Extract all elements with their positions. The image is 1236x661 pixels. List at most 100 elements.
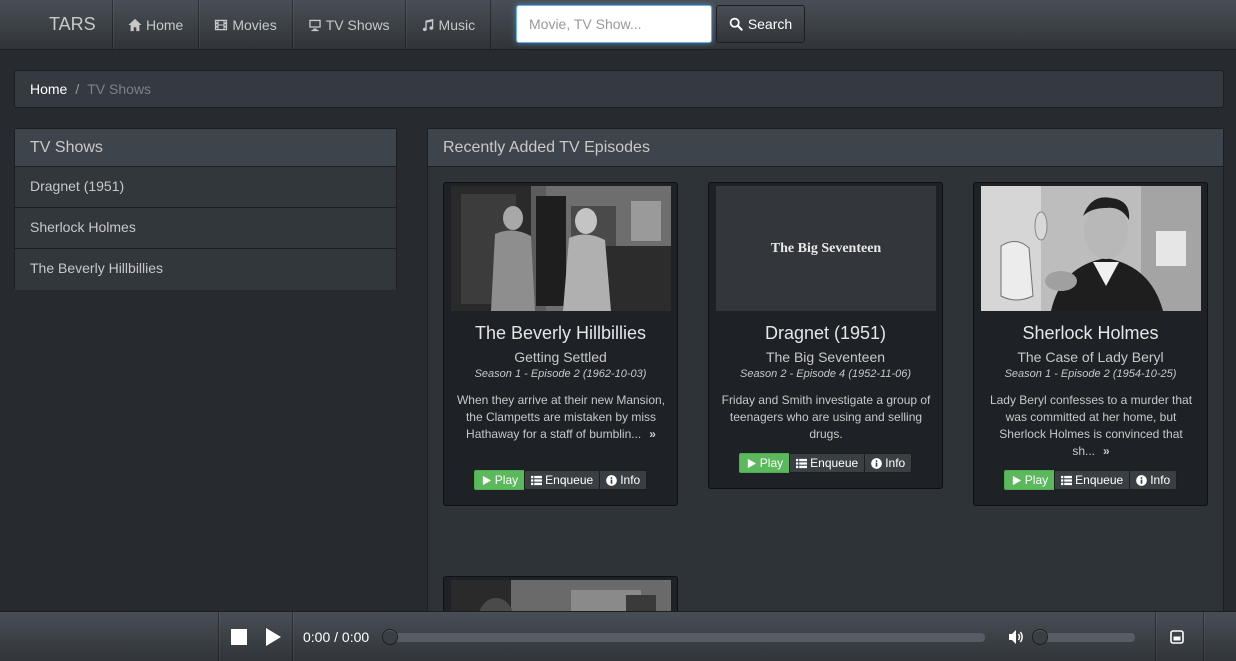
- play-button-label: Play: [494, 473, 519, 487]
- sidebar-item-dragnet[interactable]: Dragnet (1951): [15, 167, 396, 208]
- stop-button[interactable]: [231, 629, 247, 645]
- fullscreen-icon[interactable]: [1170, 630, 1184, 644]
- list-icon: [1061, 475, 1073, 485]
- search-icon: [729, 17, 743, 31]
- enqueue-button-label: Enqueue: [1075, 473, 1124, 487]
- episode-card: Sherlock Holmes The Case of Lady Beryl S…: [973, 182, 1208, 506]
- main-nav: Home Movies TV Shows Music: [112, 0, 492, 49]
- nav-item-label: Home: [146, 16, 184, 33]
- seek-bar[interactable]: [382, 629, 985, 645]
- play-icon: [482, 475, 491, 485]
- playback-time: 0:00 / 0:00: [303, 629, 370, 645]
- tv-icon: [308, 18, 322, 32]
- divider: [1155, 612, 1156, 661]
- episode-description: Lady Beryl confesses to a murder that wa…: [986, 392, 1196, 460]
- nav-item-home[interactable]: Home: [113, 0, 200, 49]
- panel-title: TV Shows: [15, 129, 396, 167]
- episode-actions: Play Enqueue Info: [709, 453, 942, 473]
- enqueue-button[interactable]: Enqueue: [789, 453, 866, 473]
- episode-show-title[interactable]: Dragnet (1951): [709, 323, 942, 344]
- enqueue-button[interactable]: Enqueue: [524, 470, 601, 490]
- read-more-link[interactable]: »: [649, 427, 656, 441]
- breadcrumb-home-link[interactable]: Home: [30, 81, 67, 97]
- episode-meta: Season 1 - Episode 2 (1962-10-03): [474, 368, 647, 380]
- episode-thumbnail[interactable]: The Big Seventeen: [716, 186, 936, 311]
- search-button[interactable]: Search: [716, 5, 805, 43]
- episode-actions: Play Enqueue Info: [444, 470, 677, 490]
- thumbnail-title-text: The Big Seventeen: [770, 240, 882, 256]
- info-button-label: Info: [885, 456, 906, 470]
- play-button[interactable]: Play: [738, 453, 791, 473]
- enqueue-button[interactable]: Enqueue: [1054, 470, 1131, 490]
- nav-item-label: TV Shows: [325, 16, 390, 33]
- home-icon: [128, 18, 142, 32]
- recent-episodes-panel: Recently Added TV Episodes The Beverly H…: [427, 128, 1224, 640]
- info-button-label: Info: [620, 473, 641, 487]
- top-navbar: TARS Home Movies TV Shows Music Search: [0, 0, 1236, 50]
- divider: [218, 612, 219, 661]
- info-button[interactable]: Info: [1129, 470, 1178, 490]
- episode-still-image: [981, 186, 1201, 311]
- enqueue-button-label: Enqueue: [545, 473, 594, 487]
- nav-item-label: Movies: [232, 16, 277, 33]
- info-icon: [606, 474, 618, 486]
- seek-handle[interactable]: [382, 629, 398, 645]
- play-icon: [747, 458, 756, 468]
- divider: [1203, 612, 1204, 661]
- list-icon: [796, 458, 808, 468]
- tv-shows-panel: TV Shows Dragnet (1951) Sherlock Holmes …: [14, 128, 397, 290]
- nav-item-movies[interactable]: Movies: [199, 0, 293, 49]
- episode-description: Friday and Smith investigate a group of …: [721, 392, 931, 443]
- episode-description-text: When they arrive at their new Mansion, t…: [456, 393, 666, 441]
- episode-show-title[interactable]: The Beverly Hillbillies: [444, 323, 677, 344]
- breadcrumb-current: TV Shows: [87, 81, 152, 97]
- media-player-bar: 0:00 / 0:00: [0, 611, 1236, 661]
- list-icon: [531, 475, 543, 485]
- info-icon: [1136, 474, 1148, 486]
- episode-show-title[interactable]: Sherlock Holmes: [974, 323, 1207, 344]
- nav-item-label: Music: [438, 16, 476, 33]
- search-input[interactable]: [516, 5, 712, 43]
- episode-title: The Big Seventeen: [765, 349, 886, 365]
- play-button[interactable]: Play: [473, 470, 526, 490]
- play-button-label: Play: [759, 456, 784, 470]
- search-button-label: Search: [747, 16, 793, 32]
- episode-description-text: Lady Beryl confesses to a murder that wa…: [989, 393, 1193, 458]
- sidebar-item-beverly-hillbillies[interactable]: The Beverly Hillbillies: [15, 249, 396, 290]
- breadcrumb: Home / TV Shows: [14, 70, 1224, 108]
- episode-description: When they arrive at their new Mansion, t…: [456, 392, 666, 443]
- episode-actions: Play Enqueue Info: [974, 470, 1207, 490]
- episode-card: The Big Seventeen Dragnet (1951) The Big…: [708, 182, 943, 489]
- info-icon: [871, 457, 883, 469]
- episode-still-image: [451, 186, 671, 311]
- episode-meta: Season 1 - Episode 2 (1954-10-25): [1004, 368, 1177, 380]
- brand-logo[interactable]: TARS: [49, 14, 96, 35]
- play-icon: [1012, 475, 1021, 485]
- play-icon[interactable]: [264, 628, 282, 646]
- music-icon: [421, 18, 435, 32]
- nav-item-tv-shows[interactable]: TV Shows: [293, 0, 406, 49]
- sidebar-item-sherlock-holmes[interactable]: Sherlock Holmes: [15, 208, 396, 249]
- breadcrumb-separator: /: [75, 81, 80, 97]
- episode-meta: Season 2 - Episode 4 (1952-11-06): [739, 368, 911, 380]
- episode-card: The Beverly Hillbillies Getting Settled …: [443, 182, 678, 506]
- info-button[interactable]: Info: [599, 470, 648, 490]
- panel-title: Recently Added TV Episodes: [428, 129, 1223, 167]
- episode-title: Getting Settled: [514, 349, 607, 365]
- episode-thumbnail[interactable]: [451, 186, 671, 311]
- episode-title: The Case of Lady Beryl: [1017, 349, 1164, 365]
- volume-icon[interactable]: [1008, 629, 1025, 645]
- enqueue-button-label: Enqueue: [810, 456, 859, 470]
- info-button-label: Info: [1150, 473, 1171, 487]
- nav-item-music[interactable]: Music: [406, 0, 492, 49]
- divider: [292, 612, 293, 661]
- play-button[interactable]: Play: [1003, 470, 1056, 490]
- read-more-link[interactable]: »: [1103, 444, 1110, 458]
- volume-slider[interactable]: [1032, 629, 1135, 645]
- info-button[interactable]: Info: [864, 453, 913, 473]
- play-button-label: Play: [1024, 473, 1049, 487]
- episode-description-text: Friday and Smith investigate a group of …: [721, 393, 931, 441]
- episode-thumbnail[interactable]: [981, 186, 1201, 311]
- volume-handle[interactable]: [1032, 629, 1048, 645]
- film-icon: [214, 18, 228, 32]
